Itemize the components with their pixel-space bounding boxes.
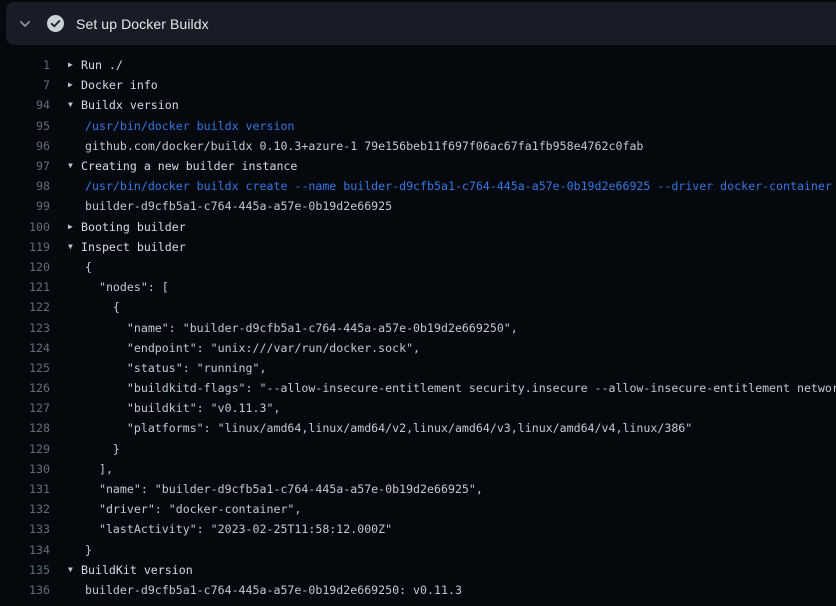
group-title[interactable]: Inspect builder	[81, 240, 186, 254]
log-text: "name": "builder-d9cfb5a1-c764-445a-a57e…	[85, 482, 483, 496]
group-arrow-icon: ▶	[68, 61, 81, 69]
line-number[interactable]: 99	[0, 199, 50, 213]
log-line: 99 builder-d9cfb5a1-c764-445a-a57e-0b19d…	[0, 196, 836, 216]
log-text: builder-d9cfb5a1-c764-445a-a57e-0b19d2e6…	[85, 199, 392, 213]
group-title[interactable]: Creating a new builder instance	[81, 159, 297, 173]
log-text: {	[85, 300, 120, 314]
log-line: 124 "endpoint": "unix:///var/run/docker.…	[0, 338, 836, 358]
log-line: 120 {	[0, 257, 836, 277]
log-text: "lastActivity": "2023-02-25T11:58:12.000…	[85, 522, 392, 536]
group-arrow-icon: ▼	[68, 566, 81, 574]
group-title[interactable]: Run ./	[81, 58, 123, 72]
line-number[interactable]: 119	[0, 240, 50, 254]
line-number[interactable]: 133	[0, 522, 50, 536]
log-text: "driver": "docker-container",	[85, 502, 301, 516]
group-title[interactable]: Buildx version	[81, 98, 179, 112]
log-text: "name": "builder-d9cfb5a1-c764-445a-a57e…	[85, 321, 518, 335]
group-title[interactable]: Booting builder	[81, 220, 186, 234]
group-arrow-icon: ▶	[68, 81, 81, 89]
log-text: "buildkit": "v0.11.3",	[85, 401, 280, 415]
line-number[interactable]: 128	[0, 421, 50, 435]
line-number[interactable]: 96	[0, 139, 50, 153]
log-line: 131 "name": "builder-d9cfb5a1-c764-445a-…	[0, 479, 836, 499]
line-number[interactable]: 126	[0, 381, 50, 395]
line-number[interactable]: 130	[0, 462, 50, 476]
line-number[interactable]: 125	[0, 361, 50, 375]
group-title[interactable]: Docker info	[81, 78, 158, 92]
log-group-line[interactable]: 1 ▶ Run ./	[0, 55, 836, 75]
line-number[interactable]: 135	[0, 563, 50, 577]
log-group-line[interactable]: 94 ▼ Buildx version	[0, 95, 836, 115]
group-arrow-icon: ▼	[68, 243, 81, 251]
line-number[interactable]: 121	[0, 280, 50, 294]
log-text: {	[85, 260, 92, 274]
log-line: 98 /usr/bin/docker buildx create --name …	[0, 176, 836, 196]
log-line: 122 {	[0, 297, 836, 317]
line-number[interactable]: 94	[0, 98, 50, 112]
line-number[interactable]: 98	[0, 179, 50, 193]
line-number[interactable]: 124	[0, 341, 50, 355]
line-number[interactable]: 129	[0, 442, 50, 456]
log-text: }	[85, 442, 120, 456]
line-number[interactable]: 97	[0, 159, 50, 173]
line-number[interactable]: 131	[0, 482, 50, 496]
log-group-line[interactable]: 119 ▼ Inspect builder	[0, 237, 836, 257]
log-text: "endpoint": "unix:///var/run/docker.sock…	[85, 341, 420, 355]
chevron-down-icon[interactable]	[16, 15, 34, 33]
log-line: 134 }	[0, 540, 836, 560]
line-number[interactable]: 7	[0, 78, 50, 92]
log-group-line[interactable]: 100 ▶ Booting builder	[0, 217, 836, 237]
group-arrow-icon: ▼	[68, 101, 81, 109]
log-line: 127 "buildkit": "v0.11.3",	[0, 398, 836, 418]
log-text: /usr/bin/docker buildx version	[85, 119, 294, 133]
log-group-line[interactable]: 135 ▼ BuildKit version	[0, 560, 836, 580]
line-number[interactable]: 95	[0, 119, 50, 133]
log-line: 128 "platforms": "linux/amd64,linux/amd6…	[0, 418, 836, 438]
log-text: builder-d9cfb5a1-c764-445a-a57e-0b19d2e6…	[85, 583, 462, 597]
log-line: 95 /usr/bin/docker buildx version	[0, 116, 836, 136]
line-number[interactable]: 127	[0, 401, 50, 415]
group-title[interactable]: BuildKit version	[81, 563, 193, 577]
step-title: Set up Docker Buildx	[76, 16, 209, 32]
line-number[interactable]: 136	[0, 583, 50, 597]
group-arrow-icon: ▼	[68, 162, 81, 170]
log-text: }	[85, 543, 92, 557]
log-group-line[interactable]: 7 ▶ Docker info	[0, 75, 836, 95]
line-number[interactable]: 134	[0, 543, 50, 557]
log-line: 126 "buildkitd-flags": "--allow-insecure…	[0, 378, 836, 398]
log-text: ],	[85, 462, 113, 476]
line-number[interactable]: 123	[0, 321, 50, 335]
log-line: 136 builder-d9cfb5a1-c764-445a-a57e-0b19…	[0, 580, 836, 600]
log-group-line[interactable]: 97 ▼ Creating a new builder instance	[0, 156, 836, 176]
log-text: /usr/bin/docker buildx create --name bui…	[85, 179, 832, 193]
log-text: github.com/docker/buildx 0.10.3+azure-1 …	[85, 139, 643, 153]
line-number[interactable]: 132	[0, 502, 50, 516]
log-line: 129 }	[0, 439, 836, 459]
log-line: 133 "lastActivity": "2023-02-25T11:58:12…	[0, 519, 836, 539]
log-line: 121 "nodes": [	[0, 277, 836, 297]
line-number[interactable]: 122	[0, 300, 50, 314]
log-text: "platforms": "linux/amd64,linux/amd64/v2…	[85, 421, 692, 435]
log-line: 132 "driver": "docker-container",	[0, 499, 836, 519]
log-line: 125 "status": "running",	[0, 358, 836, 378]
step-header[interactable]: Set up Docker Buildx	[6, 2, 836, 45]
log-line: 130 ],	[0, 459, 836, 479]
check-circle-icon	[46, 15, 64, 33]
line-number[interactable]: 100	[0, 220, 50, 234]
log-text: "nodes": [	[85, 280, 169, 294]
line-number[interactable]: 120	[0, 260, 50, 274]
log-line: 123 "name": "builder-d9cfb5a1-c764-445a-…	[0, 317, 836, 337]
log-line: 96 github.com/docker/buildx 0.10.3+azure…	[0, 136, 836, 156]
log-text: "status": "running",	[85, 361, 266, 375]
group-arrow-icon: ▶	[68, 223, 81, 231]
log-viewer: 1 ▶ Run ./ 7 ▶ Docker info 94 ▼ Buildx v…	[0, 45, 836, 600]
log-text: "buildkitd-flags": "--allow-insecure-ent…	[85, 381, 836, 395]
line-number[interactable]: 1	[0, 58, 50, 72]
